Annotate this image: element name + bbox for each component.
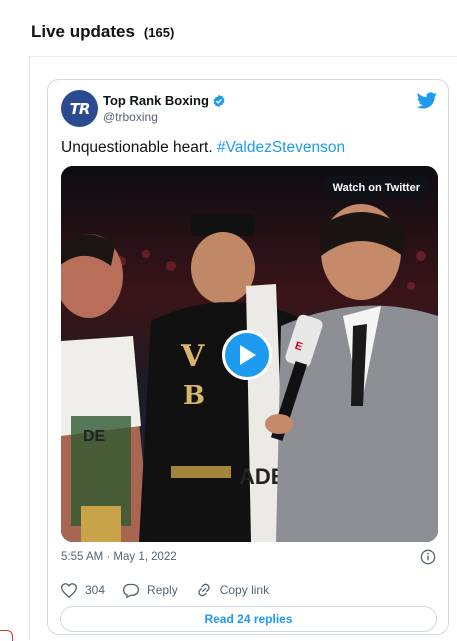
left-edge-marker (0, 630, 13, 641)
live-updates-header: Live updates (165) (31, 22, 174, 42)
twitter-bird-icon[interactable] (417, 92, 437, 109)
reply-action[interactable]: Reply (123, 583, 178, 598)
embedded-tweet-card[interactable]: TR Top Rank Boxing @trboxing Unquestiona… (47, 79, 449, 635)
tweet-actions: 304 Reply Copy link (61, 582, 287, 598)
feed-timeline-line (29, 56, 30, 640)
avatar-logo-text: TR (69, 99, 91, 118)
tweet-text: Unquestionable heart. #ValdezStevenson (61, 139, 345, 157)
verified-badge-icon (213, 94, 225, 107)
avatar[interactable]: TR (61, 90, 98, 127)
tweet-body: Unquestionable heart. (61, 139, 213, 156)
author-handle[interactable]: @trboxing (103, 110, 158, 124)
author-display-name[interactable]: Top Rank Boxing (103, 93, 209, 108)
feed-divider (29, 56, 457, 57)
read-replies-button[interactable]: Read 24 replies (60, 606, 437, 632)
tweet-timestamp[interactable]: 5:55 AM · May 1, 2022 (61, 551, 177, 563)
heart-icon (61, 582, 77, 598)
copy-link-label: Copy link (219, 583, 270, 597)
reply-label: Reply (147, 583, 178, 597)
play-button[interactable] (222, 330, 272, 380)
like-count: 304 (85, 583, 106, 597)
info-icon[interactable] (420, 549, 436, 565)
svg-text:V: V (180, 339, 205, 374)
play-icon (240, 345, 256, 365)
live-updates-count: (165) (143, 25, 175, 40)
watch-on-twitter-button[interactable]: Watch on Twitter (322, 176, 430, 200)
live-updates-title: Live updates (31, 22, 135, 41)
svg-text:B: B (183, 381, 205, 411)
like-action[interactable]: 304 (61, 582, 106, 598)
hashtag-link[interactable]: #ValdezStevenson (217, 139, 345, 156)
svg-text:DE: DE (83, 428, 106, 445)
copy-link-action[interactable]: Copy link (196, 582, 269, 598)
author-name-row[interactable]: Top Rank Boxing (103, 93, 226, 108)
reply-icon (123, 583, 140, 598)
tweet-video[interactable]: DE V B ADE E Watch on Twitter (61, 166, 438, 542)
link-icon (198, 583, 210, 597)
